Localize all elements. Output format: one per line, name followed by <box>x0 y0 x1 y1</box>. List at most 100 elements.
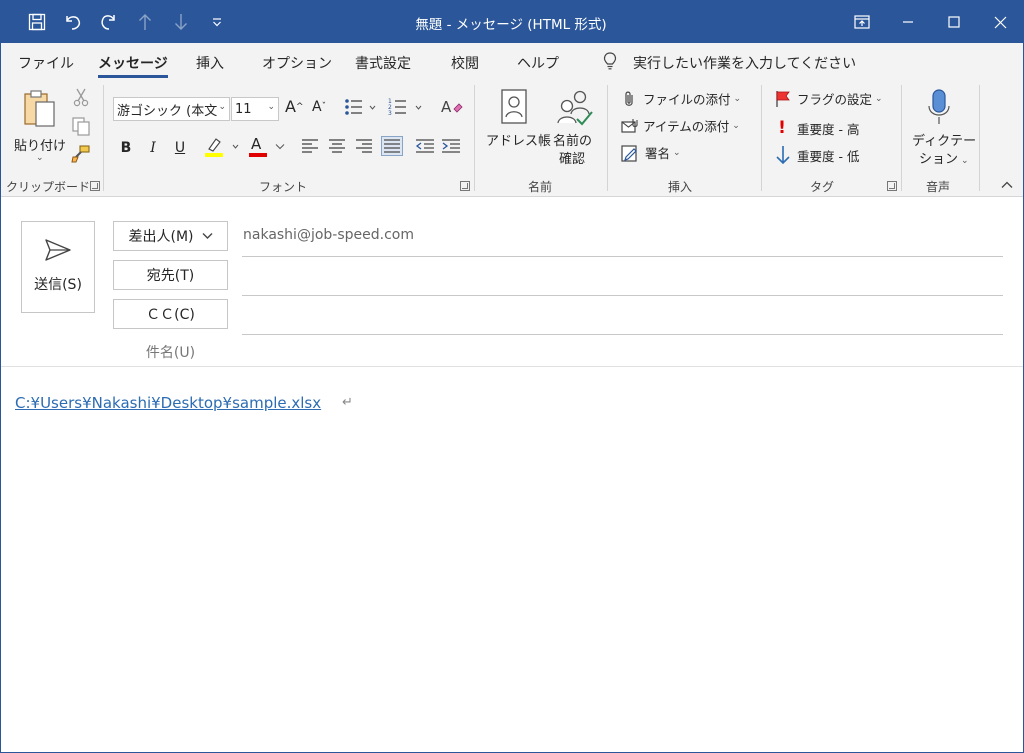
copy-icon[interactable] <box>71 116 91 140</box>
font-color-button[interactable]: A <box>247 135 289 159</box>
font-launcher-icon[interactable] <box>460 181 470 191</box>
close-icon[interactable] <box>977 1 1023 43</box>
clear-formatting-icon[interactable]: A <box>441 97 463 121</box>
outlook-message-window: 無題 - メッセージ (HTML 形式) ファイル メッセージ 挿入 オプション… <box>0 0 1024 753</box>
down-arrow-icon <box>776 146 790 165</box>
ribbon: 貼り付け ⌄ クリップボード 游ゴシック (本文 ⌄ 11 ⌄ A ^ Aˇ 123 <box>1 81 1023 197</box>
highlight-color-icon[interactable] <box>203 135 243 163</box>
to-field[interactable] <box>243 263 1003 291</box>
numbering-icon[interactable]: 123 <box>388 97 422 121</box>
tab-label: 書式設定 <box>355 56 411 72</box>
underline-button[interactable]: U <box>171 137 189 159</box>
tell-me-search[interactable]: 実行したい作業を入力してください <box>603 52 856 74</box>
tab-review[interactable]: 校閲 <box>451 53 479 73</box>
chevron-down-icon: ⌄ <box>732 120 740 131</box>
group-divider <box>761 85 762 191</box>
bullets-icon[interactable] <box>344 97 376 121</box>
chevron-down-icon: ⌄ <box>733 93 742 104</box>
check-names-icon <box>557 90 593 126</box>
align-center-icon[interactable] <box>328 138 346 158</box>
message-body[interactable]: C:¥Users¥Nakashi¥Desktop¥sample.xlsx ↵ <box>1 368 1023 752</box>
from-label: 差出人(M) <box>128 229 194 245</box>
cc-underline <box>242 334 1003 335</box>
file-path-link[interactable]: C:¥Users¥Nakashi¥Desktop¥sample.xlsx <box>15 394 321 412</box>
dictate-label-2-text: ション <box>919 152 959 167</box>
subject-field[interactable] <box>243 338 1003 364</box>
lightbulb-icon <box>603 52 617 74</box>
svg-text:A: A <box>441 98 452 116</box>
decrease-indent-icon[interactable] <box>415 138 435 158</box>
increase-indent-icon[interactable] <box>441 138 461 158</box>
tab-insert[interactable]: 挿入 <box>196 53 224 73</box>
group-divider <box>979 85 980 191</box>
to-button[interactable]: 宛先(T) <box>113 260 228 290</box>
attach-file-button[interactable]: ファイルの添付 ⌄ <box>621 89 741 108</box>
clipboard-launcher-icon[interactable] <box>90 181 100 191</box>
customize-icon[interactable] <box>199 1 235 43</box>
paste-button[interactable]: 貼り付け ⌄ <box>11 87 67 167</box>
check-names-button[interactable]: 名前の 確認 <box>551 87 599 173</box>
address-book-button[interactable]: アドレス帳 <box>484 87 551 167</box>
font-size-combo[interactable]: 11 ⌄ <box>231 97 279 121</box>
exclamation-icon: ! <box>778 118 786 138</box>
tags-launcher-icon[interactable] <box>887 181 897 191</box>
attach-item-button[interactable]: アイテムの添付 ⌄ <box>621 116 740 135</box>
font-family-combo[interactable]: 游ゴシック (本文 ⌄ <box>113 97 230 121</box>
title-bar: 無題 - メッセージ (HTML 形式) <box>1 1 1023 43</box>
group-divider <box>103 85 104 191</box>
font-color-label: A <box>251 135 262 153</box>
attach-item-icon <box>621 118 638 133</box>
cut-icon[interactable] <box>71 87 91 111</box>
align-right-icon[interactable] <box>355 138 373 158</box>
font-color-swatch <box>249 153 267 157</box>
bold-button[interactable]: B <box>117 137 135 159</box>
format-painter-icon[interactable] <box>71 144 91 168</box>
align-left-icon[interactable] <box>301 138 319 158</box>
tab-help[interactable]: ヘルプ <box>517 53 559 73</box>
maximize-icon[interactable] <box>931 1 977 43</box>
cc-button[interactable]: ＣＣ(C) <box>113 299 228 329</box>
tab-message[interactable]: メッセージ <box>98 53 168 78</box>
paste-icon <box>24 90 55 127</box>
high-importance-button[interactable]: ! 重要度 - 高 <box>777 118 859 138</box>
follow-up-button[interactable]: フラグの設定 ⌄ <box>775 89 883 108</box>
flag-icon <box>776 90 790 107</box>
distributed-icon[interactable] <box>381 136 403 160</box>
signature-button[interactable]: 署名 ⌄ <box>621 143 681 162</box>
up-arrow-icon[interactable] <box>127 1 163 43</box>
undo-icon[interactable] <box>55 1 91 43</box>
tab-format-text[interactable]: 書式設定 <box>355 53 411 73</box>
group-divider <box>474 85 475 191</box>
send-button[interactable]: 送信(S) <box>21 221 95 313</box>
attach-item-label: アイテムの添付 <box>643 119 730 134</box>
compose-header: 送信(S) 差出人(M) nakashi@job-speed.com 宛先(T)… <box>1 197 1023 367</box>
shrink-font-icon[interactable]: Aˇ <box>312 99 326 115</box>
chevron-down-icon: ⌄ <box>36 153 44 163</box>
group-label-names: 名前 <box>528 180 553 194</box>
collapse-ribbon-icon[interactable] <box>1001 179 1013 194</box>
save-icon[interactable] <box>19 1 55 43</box>
grow-font-icon[interactable]: A ^ <box>285 97 304 116</box>
font-size-value: 11 <box>235 101 252 117</box>
group-label-tags: タグ <box>810 180 835 194</box>
chevron-down-icon: ⌄ <box>961 156 969 166</box>
paperclip-icon <box>625 91 633 106</box>
low-importance-label: 重要度 - 低 <box>797 148 860 164</box>
group-label-insert: 挿入 <box>668 180 693 194</box>
redo-icon[interactable] <box>91 1 127 43</box>
tab-file[interactable]: ファイル <box>18 53 74 73</box>
subject-label: 件名(U) <box>145 345 196 361</box>
group-label-font: フォント <box>259 180 308 194</box>
low-importance-button[interactable]: 重要度 - 低 <box>775 145 859 165</box>
paste-label: 貼り付け <box>14 139 67 154</box>
italic-button[interactable]: I <box>144 137 162 159</box>
down-arrow-icon[interactable] <box>163 1 199 43</box>
tell-me-text: 実行したい作業を入力してください <box>633 56 857 72</box>
tab-options[interactable]: オプション <box>262 53 332 73</box>
dictate-button[interactable]: ディクテー ション ⌄ <box>909 87 976 173</box>
cc-field[interactable] <box>243 302 1003 330</box>
minimize-icon[interactable] <box>885 1 931 43</box>
from-button[interactable]: 差出人(M) <box>113 221 228 251</box>
chevron-down-icon: ⌄ <box>875 93 883 104</box>
ribbon-display-options-icon[interactable] <box>839 1 885 43</box>
